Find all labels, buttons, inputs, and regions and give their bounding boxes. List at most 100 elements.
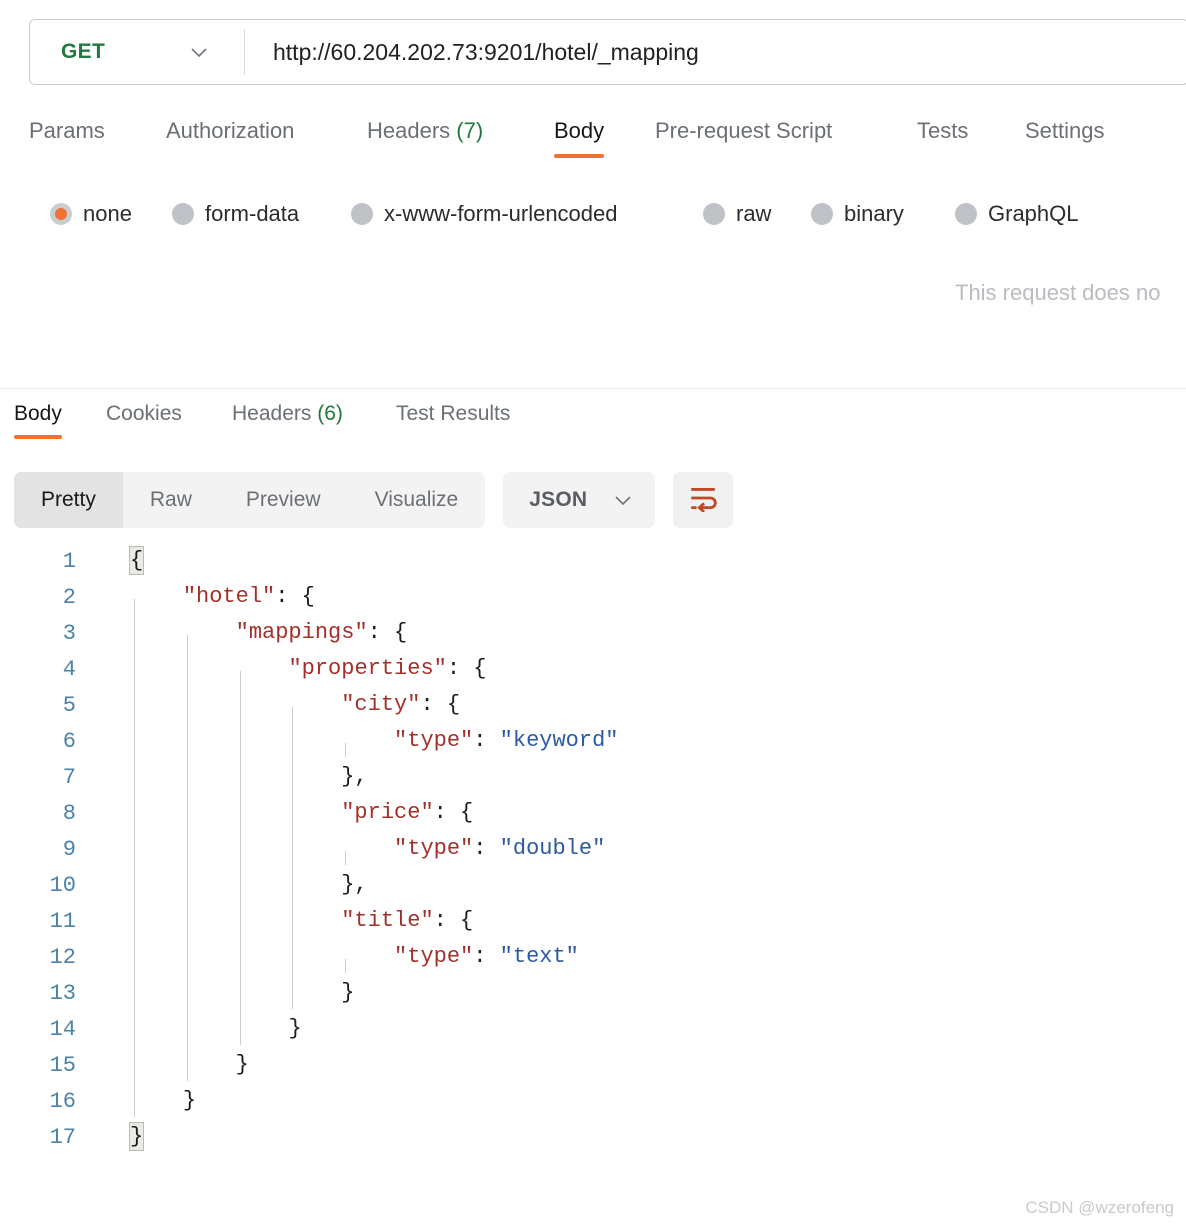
code-line: 9 "type": "double"	[0, 831, 1186, 867]
code-line-text: "price": {	[92, 795, 1186, 831]
body-type-binary[interactable]: binary	[811, 201, 904, 227]
request-tab-tests[interactable]: Tests	[917, 118, 968, 158]
code-line-text: "city": {	[92, 687, 1186, 723]
line-number: 15	[49, 1052, 76, 1078]
request-tab-count: (7)	[450, 118, 484, 143]
request-url-bar: GET http://60.204.202.73:9201/hotel/_map…	[29, 19, 1186, 85]
http-method-selector[interactable]: GET	[30, 20, 244, 84]
request-tab-body[interactable]: Body	[554, 118, 605, 158]
radio-button-icon[interactable]	[811, 203, 833, 225]
body-type-label: GraphQL	[988, 201, 1079, 226]
code-line: 6 "type": "keyword"	[0, 723, 1186, 759]
body-type-label: binary	[844, 201, 904, 226]
code-token: "double"	[499, 836, 606, 861]
code-token: "text"	[499, 944, 579, 969]
code-token: "mappings"	[235, 620, 368, 645]
code-line-text: "type": "keyword"	[92, 723, 1186, 759]
code-line: 7 },	[0, 759, 1186, 795]
radio-button-icon[interactable]	[50, 203, 72, 225]
watermark: CSDN @wzerofeng	[1025, 1198, 1174, 1217]
view-segment-visualize[interactable]: Visualize	[348, 472, 486, 528]
request-tab-pre-request-script[interactable]: Pre-request Script	[655, 118, 832, 158]
code-token: : {	[433, 800, 474, 825]
code-token: }	[288, 1016, 302, 1041]
request-tab-authorization[interactable]: Authorization	[166, 118, 294, 158]
response-tab-cookies[interactable]: Cookies	[106, 402, 182, 439]
active-tab-underline	[554, 154, 605, 158]
line-number: 2	[62, 584, 76, 610]
code-token: "city"	[341, 692, 421, 717]
line-number: 1	[62, 548, 76, 574]
line-number: 17	[49, 1124, 76, 1150]
code-line-text: "mappings": {	[92, 615, 1186, 651]
request-tabs: Params Authorization Headers (7) Body Pre-re…	[0, 118, 1186, 170]
code-token: "hotel"	[182, 584, 276, 609]
request-tab-headers[interactable]: Headers (7)	[367, 118, 483, 158]
request-tab-settings[interactable]: Settings	[1025, 118, 1105, 158]
line-number: 16	[49, 1088, 76, 1114]
body-type-label: form-data	[205, 201, 300, 226]
radio-button-icon[interactable]	[172, 203, 194, 225]
request-tab-label: Pre-request Script	[655, 118, 833, 143]
matching-brace: }	[128, 1122, 145, 1151]
view-segment-label: Pretty	[41, 488, 96, 511]
response-format-select[interactable]: JSON	[503, 472, 656, 528]
radio-button-icon[interactable]	[351, 203, 373, 225]
chevron-down-icon	[189, 42, 209, 62]
code-line: 16 }	[0, 1083, 1186, 1119]
code-token: "title"	[341, 908, 434, 933]
response-tab-label: Headers	[232, 402, 312, 425]
line-number: 8	[62, 800, 76, 826]
code-token: : {	[275, 584, 315, 609]
code-line-text: }	[92, 1119, 1186, 1155]
code-token: : {	[433, 908, 474, 933]
body-type-form-data[interactable]: form-data	[172, 201, 299, 227]
code-line-text: {	[92, 543, 1186, 579]
code-line-text: }	[92, 1011, 1186, 1047]
code-token: :	[473, 836, 500, 861]
body-type-label: raw	[736, 201, 772, 226]
body-type-none[interactable]: none	[50, 201, 132, 227]
view-segment-pretty[interactable]: Pretty	[14, 472, 123, 528]
code-line-text: "type": "text"	[92, 939, 1186, 975]
radio-button-icon[interactable]	[703, 203, 725, 225]
code-line: 5 "city": {	[0, 687, 1186, 723]
code-token: }	[341, 980, 355, 1005]
code-line-text: },	[92, 759, 1186, 795]
request-tab-params[interactable]: Params	[29, 118, 105, 158]
code-line: 15 }	[0, 1047, 1186, 1083]
wrap-text-icon	[688, 484, 718, 517]
response-tab-headers[interactable]: Headers (6)	[232, 402, 343, 439]
line-number: 10	[49, 872, 76, 898]
view-segment-label: Preview	[245, 488, 321, 511]
code-line: 11 "title": {	[0, 903, 1186, 939]
code-token: }	[182, 1088, 197, 1113]
url-input[interactable]: http://60.204.202.73:9201/hotel/_mapping	[273, 39, 699, 66]
code-token: : {	[420, 692, 461, 717]
radio-button-icon[interactable]	[955, 203, 977, 225]
response-tab-test-results[interactable]: Test Results	[396, 402, 510, 439]
request-tab-label: Params	[29, 118, 105, 143]
code-token: "keyword"	[499, 728, 619, 753]
body-type-GraphQL[interactable]: GraphQL	[955, 201, 1079, 227]
pane-divider	[0, 388, 1186, 389]
body-type-radio-group: none form-data x-www-form-urlencoded raw bin…	[0, 192, 1186, 236]
wrap-text-button[interactable]	[673, 472, 734, 528]
response-tab-label: Test Results	[396, 402, 511, 425]
body-type-x-www-form-urlencoded[interactable]: x-www-form-urlencoded	[351, 201, 618, 227]
body-type-raw[interactable]: raw	[703, 201, 771, 227]
response-view-toolbar: Pretty Raw Preview Visualize JSON	[14, 472, 734, 528]
response-tab-body[interactable]: Body	[14, 402, 62, 439]
view-segment-raw[interactable]: Raw	[123, 472, 219, 528]
code-token: "type"	[394, 944, 474, 969]
code-line: 10 },	[0, 867, 1186, 903]
line-number: 4	[62, 656, 76, 682]
view-segment-preview[interactable]: Preview	[219, 472, 348, 528]
line-number: 9	[62, 836, 76, 862]
code-line: 13 }	[0, 975, 1186, 1011]
code-token: "price"	[341, 800, 434, 825]
code-token: : {	[367, 620, 408, 645]
request-tab-label: Body	[554, 118, 605, 143]
response-body-code[interactable]: 1{2 "hotel": {3 "mappings": {4 "properti…	[0, 543, 1186, 1183]
active-tab-underline	[14, 435, 62, 439]
